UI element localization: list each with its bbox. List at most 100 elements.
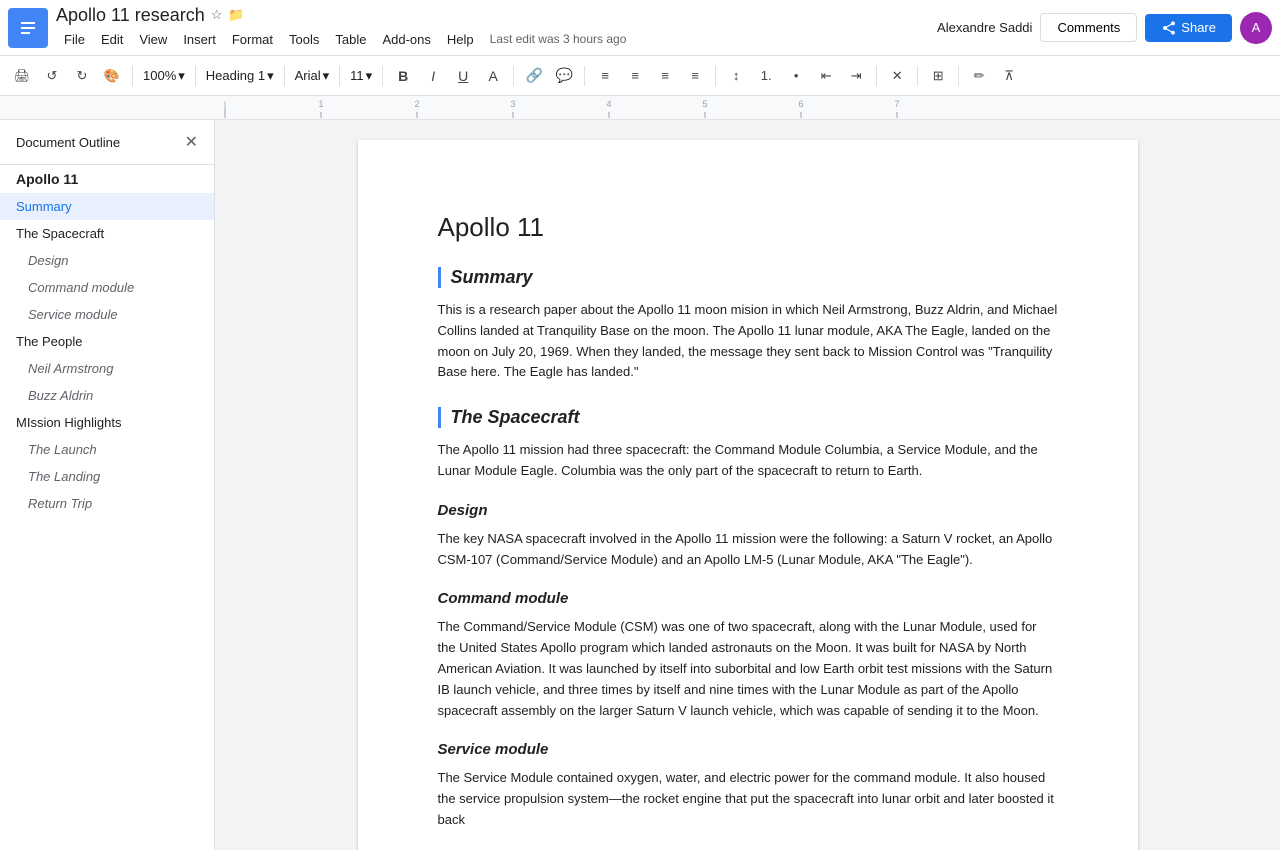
comment-button[interactable]: 💬: [550, 62, 578, 90]
decrease-indent-button[interactable]: ⇤: [812, 62, 840, 90]
document-area: Apollo 11 Summary This is a research pap…: [215, 120, 1280, 850]
menu-insert[interactable]: Insert: [175, 28, 224, 51]
outline-item-summary[interactable]: Summary: [0, 193, 214, 220]
divider-4: [339, 66, 340, 86]
menu-table[interactable]: Table: [327, 28, 374, 51]
redo-button[interactable]: ↻: [68, 62, 96, 90]
svg-text:|: |: [224, 100, 226, 110]
align-center-button[interactable]: ≡: [621, 62, 649, 90]
sidebar-close-button[interactable]: ✕: [185, 132, 198, 152]
justify-button[interactable]: ≡: [681, 62, 709, 90]
italic-button[interactable]: I: [419, 62, 447, 90]
align-left-button[interactable]: ≡: [591, 62, 619, 90]
divider-1: [132, 66, 133, 86]
document-title[interactable]: Apollo 11 research: [56, 5, 205, 26]
print-button[interactable]: 🖨: [8, 62, 36, 90]
share-button[interactable]: Share: [1145, 14, 1232, 42]
menu-bar: File Edit View Insert Format Tools Table…: [56, 28, 937, 51]
edit-mode-button[interactable]: ✏: [965, 62, 993, 90]
outline-item-spacecraft[interactable]: The Spacecraft: [0, 220, 214, 247]
zoom-select-wrap[interactable]: 100% ▾: [139, 62, 189, 90]
divider-11: [958, 66, 959, 86]
section-heading-spacecraft: The Spacecraft: [438, 407, 1058, 428]
main-layout: Document Outline ✕ Apollo 11 Summary The…: [0, 120, 1280, 850]
document-main-title: Apollo 11: [438, 212, 1058, 243]
menu-view[interactable]: View: [131, 28, 175, 51]
bulleted-list-button[interactable]: •: [782, 62, 810, 90]
size-chevron: ▾: [366, 68, 373, 84]
user-name: Alexandre Saddi: [937, 20, 1032, 35]
menu-file[interactable]: File: [56, 28, 93, 51]
document-page: Apollo 11 Summary This is a research pap…: [358, 140, 1138, 850]
outline-item-command-module[interactable]: Command module: [0, 274, 214, 301]
increase-indent-button[interactable]: ⇥: [842, 62, 870, 90]
divider-5: [382, 66, 383, 86]
toolbar: 🖨 ↺ ↻ 🎨 100% ▾ Heading 1 ▾ Arial ▾ 11 ▾ …: [0, 56, 1280, 96]
sidebar-title: Document Outline: [16, 135, 120, 150]
section-content-summary: This is a research paper about the Apoll…: [438, 300, 1058, 383]
table-button[interactable]: ⊞: [924, 62, 952, 90]
document-outline-sidebar: Document Outline ✕ Apollo 11 Summary The…: [0, 120, 215, 850]
paint-format-button[interactable]: 🎨: [98, 62, 126, 90]
section-heading-command-module: Command module: [438, 590, 1058, 607]
size-select-wrap[interactable]: 11 ▾: [346, 62, 376, 90]
section-content-spacecraft: The Apollo 11 mission had three spacecra…: [438, 440, 1058, 482]
ruler-content: | 1 2 3 4 5 6 7: [225, 98, 1280, 118]
collapse-button[interactable]: ⊼: [995, 62, 1023, 90]
menu-edit[interactable]: Edit: [93, 28, 131, 51]
zoom-value: 100%: [143, 68, 176, 83]
menu-help[interactable]: Help: [439, 28, 482, 51]
outline-item-launch[interactable]: The Launch: [0, 436, 214, 463]
ruler: | 1 2 3 4 5 6 7: [0, 96, 1280, 120]
divider-6: [513, 66, 514, 86]
section-heading-service-module: Service module: [438, 741, 1058, 758]
menu-format[interactable]: Format: [224, 28, 281, 51]
outline-item-people[interactable]: The People: [0, 328, 214, 355]
section-heading-summary: Summary: [438, 267, 1058, 288]
align-right-button[interactable]: ≡: [651, 62, 679, 90]
font-select-wrap[interactable]: Arial ▾: [291, 62, 334, 90]
bold-button[interactable]: B: [389, 62, 417, 90]
outline-item-apollo11[interactable]: Apollo 11: [0, 165, 214, 193]
last-edit: Last edit was 3 hours ago: [490, 32, 627, 46]
font-chevron: ▾: [323, 68, 330, 84]
svg-text:2: 2: [414, 99, 419, 109]
menu-tools[interactable]: Tools: [281, 28, 327, 51]
outline-item-return-trip[interactable]: Return Trip: [0, 490, 214, 517]
share-icon: [1161, 20, 1177, 36]
menu-addons[interactable]: Add-ons: [374, 28, 438, 51]
sidebar-header: Document Outline ✕: [0, 120, 214, 165]
folder-icon[interactable]: 📁: [228, 7, 244, 23]
svg-text:4: 4: [606, 99, 611, 109]
doc-title-area: Apollo 11 research ☆ 📁 File Edit View In…: [56, 5, 937, 51]
outline-item-landing[interactable]: The Landing: [0, 463, 214, 490]
comments-button[interactable]: Comments: [1040, 13, 1137, 42]
outline-item-buzz-aldrin[interactable]: Buzz Aldrin: [0, 382, 214, 409]
divider-10: [917, 66, 918, 86]
outline-item-neil-armstrong[interactable]: Neil Armstrong: [0, 355, 214, 382]
numbered-list-button[interactable]: 1.: [752, 62, 780, 90]
style-select-wrap[interactable]: Heading 1 ▾: [202, 62, 278, 90]
text-color-button[interactable]: A: [479, 62, 507, 90]
line-spacing-button[interactable]: ↕: [722, 62, 750, 90]
outline-item-mission-highlights[interactable]: MIssion Highlights: [0, 409, 214, 436]
outline-item-design[interactable]: Design: [0, 247, 214, 274]
svg-text:6: 6: [798, 99, 803, 109]
divider-9: [876, 66, 877, 86]
undo-button[interactable]: ↺: [38, 62, 66, 90]
outline-item-service-module[interactable]: Service module: [0, 301, 214, 328]
svg-text:5: 5: [702, 99, 707, 109]
link-button[interactable]: 🔗: [520, 62, 548, 90]
clear-formatting-button[interactable]: ✕: [883, 62, 911, 90]
share-label: Share: [1181, 20, 1216, 35]
zoom-chevron: ▾: [178, 68, 185, 84]
section-content-service-module: The Service Module contained oxygen, wat…: [438, 768, 1058, 830]
user-avatar: A: [1240, 12, 1272, 44]
divider-2: [195, 66, 196, 86]
style-value: Heading 1: [206, 68, 265, 83]
section-content-command-module: The Command/Service Module (CSM) was one…: [438, 617, 1058, 721]
size-value: 11: [350, 68, 364, 83]
underline-button[interactable]: U: [449, 62, 477, 90]
star-icon[interactable]: ☆: [211, 7, 223, 23]
font-value: Arial: [295, 68, 321, 83]
